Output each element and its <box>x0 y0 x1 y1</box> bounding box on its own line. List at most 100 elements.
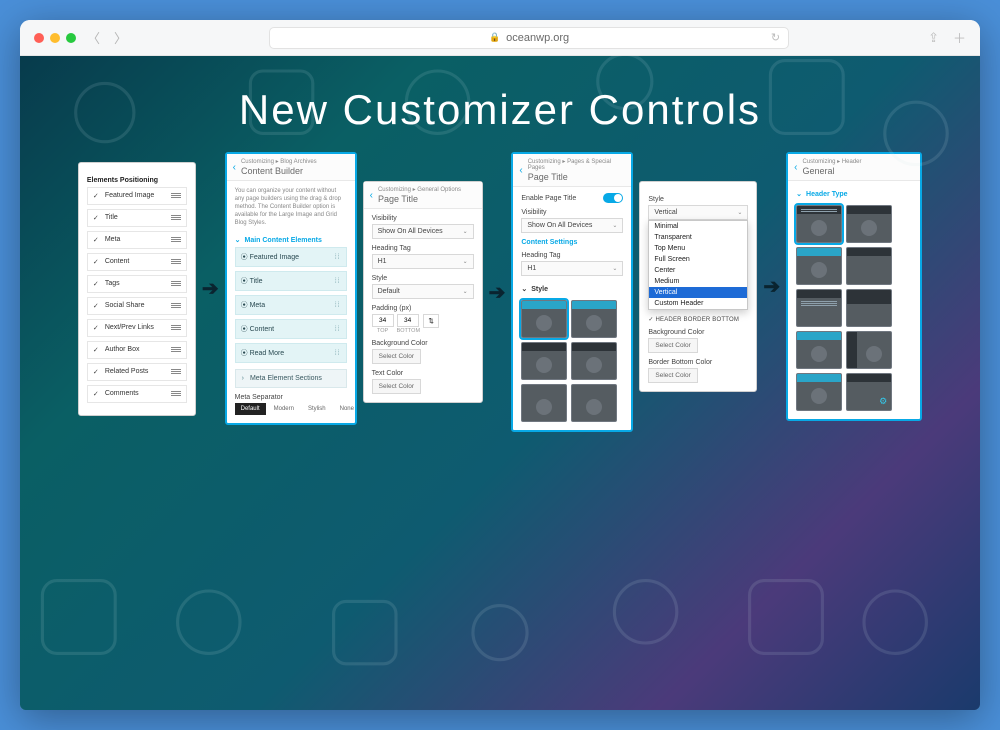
list-item[interactable]: ✓Next/Prev Links <box>87 319 187 337</box>
reload-icon[interactable]: ↻ <box>771 31 780 44</box>
padding-bottom-input[interactable]: 34 <box>397 314 419 327</box>
drag-icon[interactable] <box>171 369 181 374</box>
drag-icon[interactable] <box>171 259 181 264</box>
padding-top-input[interactable]: 34 <box>372 314 394 327</box>
style-thumb[interactable] <box>571 342 617 380</box>
builder-item[interactable]: ⦿ Title⁞⁞ <box>235 271 347 291</box>
list-item[interactable]: ✓Tags <box>87 275 187 293</box>
heading-tag-select[interactable]: H1⌄ <box>372 254 474 269</box>
drag-icon[interactable] <box>171 303 181 308</box>
style-thumb[interactable] <box>571 300 617 338</box>
drag-icon[interactable] <box>171 237 181 242</box>
drag-icon[interactable] <box>171 215 181 220</box>
dropdown-option[interactable]: Medium <box>649 276 747 287</box>
drag-icon[interactable] <box>171 325 181 330</box>
new-tab-icon[interactable]: ＋ <box>953 28 966 47</box>
header-thumb[interactable]: ⚙ <box>846 373 892 411</box>
dropdown-option[interactable]: Custom Header <box>649 298 747 309</box>
style-accordion[interactable]: ⌄ Style <box>521 282 623 296</box>
section-label: Main Content Elements <box>244 237 321 244</box>
header-thumb[interactable] <box>796 331 842 369</box>
hint-bottom: BOTTOM <box>397 328 420 334</box>
bg-color-button[interactable]: Select Color <box>648 338 697 353</box>
comparison-group-2: ‹ Customizing ▸ General Options Page Tit… <box>363 152 634 432</box>
list-item[interactable]: ✓Social Share <box>87 297 187 315</box>
seg-option-modern[interactable]: Modern <box>268 403 300 415</box>
breadcrumb: Customizing ▸ Blog Archives <box>241 158 317 165</box>
accordion-row[interactable]: › Meta Element Sections <box>235 369 347 388</box>
segmented-control[interactable]: Default Modern Stylish None <box>235 403 347 415</box>
enable-toggle[interactable] <box>603 193 623 203</box>
header-type-accordion[interactable]: ⌄ Header Type <box>796 187 912 201</box>
back-icon[interactable]: 〈 <box>84 28 103 47</box>
traffic-lights <box>34 33 76 43</box>
builder-item[interactable]: ⦿ Content⁞⁞ <box>235 319 347 339</box>
list-item[interactable]: ✓Content <box>87 253 187 271</box>
builder-item[interactable]: ⦿ Read More⁞⁞ <box>235 343 347 363</box>
builder-item[interactable]: ⦿ Featured Image⁞⁞ <box>235 247 347 267</box>
style-select[interactable]: Vertical⌄ <box>648 205 748 220</box>
back-icon[interactable]: ‹ <box>370 190 373 201</box>
drag-icon[interactable] <box>171 347 181 352</box>
header-thumb[interactable] <box>846 205 892 243</box>
text-color-button[interactable]: Select Color <box>372 379 421 394</box>
bg-color-button[interactable]: Select Color <box>372 349 421 364</box>
drag-icon[interactable] <box>171 193 181 198</box>
accordion-header[interactable]: ⌄ Main Content Elements <box>235 233 347 247</box>
style-thumb[interactable] <box>521 300 567 338</box>
drag-icon[interactable]: ⁞⁞ <box>335 278 341 285</box>
dropdown-option[interactable]: Minimal <box>649 221 747 232</box>
address-bar[interactable]: 🔒 oceanwp.org ↻ <box>269 27 789 49</box>
header-thumb[interactable] <box>846 289 892 327</box>
forward-icon[interactable]: 〉 <box>111 28 130 47</box>
builder-item[interactable]: ⦿ Meta⁞⁞ <box>235 295 347 315</box>
seg-option-stylish[interactable]: Stylish <box>302 403 332 415</box>
style-select[interactable]: Default⌄ <box>372 284 474 299</box>
header-thumb[interactable] <box>846 247 892 285</box>
bg-color-label: Background Color <box>372 340 474 347</box>
share-icon[interactable]: ⇪ <box>928 30 939 46</box>
header-thumb[interactable] <box>796 247 842 285</box>
visibility-select[interactable]: Show On All Devices⌄ <box>372 224 474 239</box>
seg-option-default[interactable]: Default <box>235 403 266 415</box>
back-icon[interactable]: ‹ <box>794 162 797 173</box>
close-icon[interactable] <box>34 33 44 43</box>
header-thumb[interactable] <box>796 205 842 243</box>
visibility-select[interactable]: Show On All Devices⌄ <box>521 218 623 233</box>
drag-icon[interactable] <box>171 391 181 396</box>
style-thumb[interactable] <box>521 342 567 380</box>
list-item[interactable]: ✓Featured Image <box>87 187 187 205</box>
drag-icon[interactable]: ⁞⁞ <box>335 302 341 309</box>
maximize-icon[interactable] <box>66 33 76 43</box>
list-item[interactable]: ✓Related Posts <box>87 363 187 381</box>
dropdown-option[interactable]: Full Screen <box>649 254 747 265</box>
list-item[interactable]: ✓Comments <box>87 385 187 403</box>
minimize-icon[interactable] <box>50 33 60 43</box>
style-thumb[interactable] <box>521 384 567 422</box>
drag-icon[interactable] <box>171 281 181 286</box>
style-dropdown-open[interactable]: Minimal Transparent Top Menu Full Screen… <box>648 220 748 310</box>
heading-tag-select[interactable]: H1⌄ <box>521 261 623 276</box>
header-thumb[interactable] <box>846 331 892 369</box>
back-icon[interactable]: ‹ <box>519 165 522 176</box>
drag-icon[interactable]: ⁞⁞ <box>335 350 341 357</box>
helper-text: You can organize your content without an… <box>235 187 347 227</box>
drag-icon[interactable]: ⁞⁞ <box>335 254 341 261</box>
dropdown-option[interactable]: Center <box>649 265 747 276</box>
back-icon[interactable]: ‹ <box>233 162 236 173</box>
link-values-icon[interactable]: ⇅ <box>423 314 439 328</box>
list-item[interactable]: ✓Title <box>87 209 187 227</box>
style-thumb[interactable] <box>571 384 617 422</box>
dropdown-option[interactable]: Top Menu <box>649 243 747 254</box>
dropdown-option-selected[interactable]: Vertical <box>649 287 747 298</box>
border-color-button[interactable]: Select Color <box>648 368 697 383</box>
header-thumb[interactable] <box>796 373 842 411</box>
heading-tag-label: Heading Tag <box>521 252 623 259</box>
seg-option-none[interactable]: None <box>334 403 360 415</box>
drag-icon[interactable]: ⁞⁞ <box>335 326 341 333</box>
select-value: Vertical <box>654 209 677 216</box>
dropdown-option[interactable]: Transparent <box>649 232 747 243</box>
list-item[interactable]: ✓Meta <box>87 231 187 249</box>
list-item[interactable]: ✓Author Box <box>87 341 187 359</box>
header-thumb[interactable] <box>796 289 842 327</box>
